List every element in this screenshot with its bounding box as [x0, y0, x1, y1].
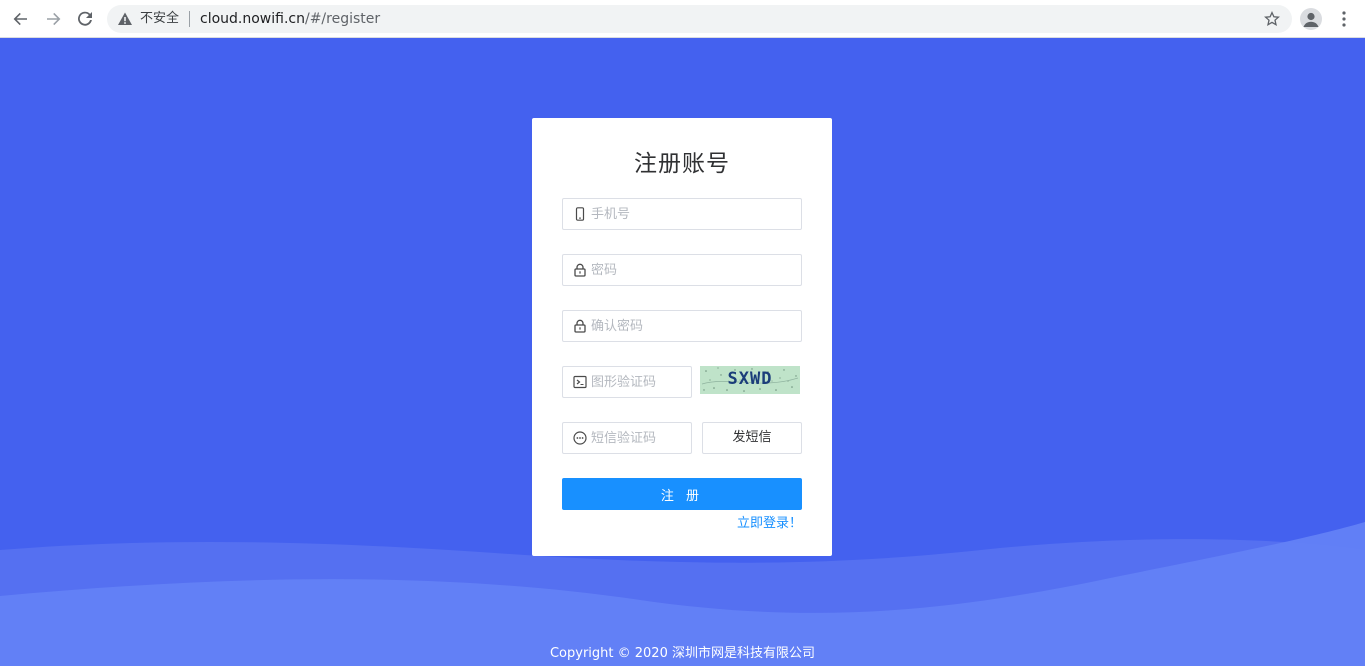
- copyright-text: Copyright © 2020 深圳市网是科技有限公司: [549, 646, 815, 661]
- mobile-icon: [575, 207, 585, 221]
- back-button[interactable]: [8, 7, 34, 31]
- star-icon[interactable]: [1264, 11, 1280, 27]
- captcha-image[interactable]: SXWD: [700, 366, 800, 394]
- url-text[interactable]: cloud.nowifi.cn/#/register: [200, 10, 380, 28]
- url-host: cloud.nowifi.cn: [200, 11, 305, 27]
- register-card: 注册账号 手机号 图形验证码 SXWD 短信验证码 发短信 注 册 立即登录！: [532, 118, 832, 556]
- security-status[interactable]: 不安全: [140, 11, 179, 27]
- more-vertical-icon: [1342, 11, 1346, 27]
- sms-code-field[interactable]: [562, 422, 692, 454]
- arrow-right-icon: [47, 12, 61, 26]
- chat-dots-icon: [573, 431, 587, 445]
- register-button[interactable]: 注 册: [562, 478, 802, 510]
- person-icon: [1303, 12, 1319, 27]
- login-link[interactable]: 立即登录！: [737, 512, 802, 531]
- lock-icon: [574, 319, 586, 333]
- confirm-password-field[interactable]: [562, 310, 802, 342]
- lock-icon: [574, 263, 586, 277]
- phone-field[interactable]: [562, 198, 802, 230]
- reload-button[interactable]: [72, 7, 98, 31]
- password-input[interactable]: [591, 255, 791, 285]
- register-page: 注册账号 手机号 图形验证码 SXWD 短信验证码 发短信 注 册 立即登录！ …: [0, 38, 1365, 666]
- confirm-password-input[interactable]: [591, 311, 791, 341]
- profile-avatar[interactable]: [1300, 8, 1322, 30]
- captcha-field[interactable]: [562, 366, 692, 398]
- sms-code-input[interactable]: [591, 423, 687, 453]
- forward-button[interactable]: [40, 7, 66, 31]
- terminal-icon: [573, 375, 587, 389]
- browser-toolbar: 不安全 cloud.nowifi.cn/#/register: [0, 0, 1365, 38]
- captcha-input[interactable]: [591, 367, 687, 397]
- omnibox-divider: [189, 11, 190, 27]
- reload-icon: [78, 11, 92, 26]
- url-path: /#/register: [304, 11, 381, 27]
- form-title: 注册账号: [634, 151, 730, 177]
- send-sms-button[interactable]: 发短信: [702, 422, 802, 454]
- browser-menu-button[interactable]: [1334, 8, 1354, 30]
- arrow-left-icon: [13, 12, 27, 26]
- address-bar[interactable]: 不安全 cloud.nowifi.cn/#/register: [107, 5, 1292, 33]
- password-field[interactable]: [562, 254, 802, 286]
- warning-icon: [118, 12, 132, 25]
- phone-input[interactable]: [591, 199, 791, 229]
- captcha-text: SXWD: [727, 369, 773, 389]
